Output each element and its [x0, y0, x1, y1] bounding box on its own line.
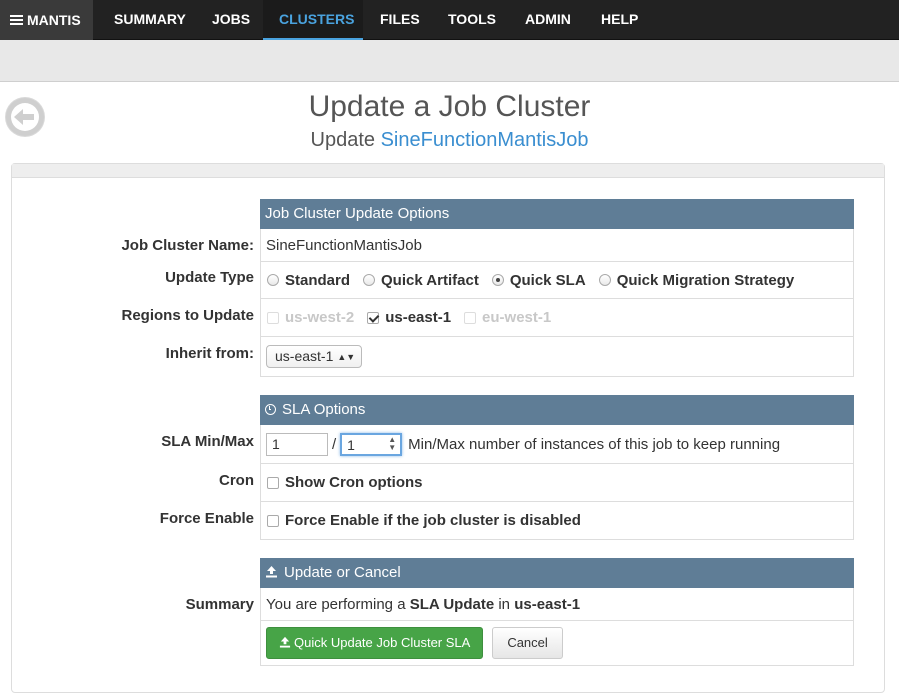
top-nav: MANTIS SUMMARY JOBS CLUSTERS FILES TOOLS… [0, 0, 899, 40]
brand-label: MANTIS [27, 12, 81, 28]
cluster-name-value: SineFunctionMantisJob [266, 236, 422, 254]
quick-update-button[interactable]: Quick Update Job Cluster SLA [266, 627, 484, 659]
update-type-quick-migration[interactable]: Quick Migration Strategy [617, 272, 795, 289]
region-us-east-1[interactable]: us-east-1 [385, 309, 451, 326]
regions-label: Regions to Update [121, 307, 254, 324]
nav-jobs[interactable]: JOBS [196, 0, 266, 40]
cluster-link[interactable]: SineFunctionMantisJob [381, 129, 589, 151]
actions-row: Quick Update Job Cluster SLA Cancel [260, 621, 854, 666]
cancel-button[interactable]: Cancel [492, 627, 563, 659]
summary-region: us-east-1 [514, 595, 581, 613]
update-options-header: Job Cluster Update Options [260, 199, 854, 229]
inherit-select-value: us-east-1 [275, 348, 334, 364]
clock-icon [265, 404, 276, 415]
summary-type: SLA Update [409, 595, 495, 613]
upload-icon [279, 636, 291, 648]
hamburger-icon [10, 14, 23, 26]
checkbox-force-enable[interactable] [267, 514, 279, 527]
update-cancel-title: Update or Cancel [284, 564, 401, 581]
page-title: Update a Job Cluster [308, 90, 591, 123]
cron-row: Show Cron options [260, 464, 854, 502]
update-type-label: Update Type [165, 269, 254, 286]
nav-tools[interactable]: TOOLS [432, 0, 512, 40]
region-us-west-2: us-west-2 [285, 309, 355, 326]
inherit-label: Inherit from: [165, 345, 254, 362]
summary-in: in [498, 595, 511, 613]
nav-clusters[interactable]: CLUSTERS [263, 0, 363, 40]
upload-icon [265, 559, 278, 589]
sla-options-header: SLA Options [260, 395, 854, 425]
sla-minmax-label: SLA Min/Max [161, 433, 254, 450]
radio-standard[interactable] [267, 274, 279, 286]
sla-min-input[interactable]: 1 [266, 432, 328, 456]
brand-menu[interactable]: MANTIS [0, 0, 93, 40]
cluster-name-row: SineFunctionMantisJob [260, 229, 854, 262]
summary-prefix: You are performing a [266, 595, 406, 613]
force-enable-option[interactable]: Force Enable if the job cluster is disab… [285, 512, 581, 529]
force-enable-row: Force Enable if the job cluster is disab… [260, 502, 854, 540]
select-arrows-icon: ▲▼ [337, 352, 356, 362]
checkbox-eu-west-1 [464, 311, 477, 324]
nav-files[interactable]: FILES [364, 0, 436, 40]
page-subtitle: Update SineFunctionMantisJob [0, 129, 899, 152]
subtitle-prefix: Update [310, 129, 376, 151]
checkbox-us-east-1[interactable] [367, 311, 380, 324]
update-type-quick-sla[interactable]: Quick SLA [510, 272, 586, 289]
sla-minmax-help: Min/Max number of instances of this job … [408, 435, 781, 453]
regions-row: us-west-2 us-east-1 eu-west-1 [260, 299, 854, 337]
nav-summary[interactable]: SUMMARY [98, 0, 202, 40]
minmax-separator: / [332, 435, 337, 453]
summary-row: You are performing a SLA Update in us-ea… [260, 588, 854, 621]
sla-max-input[interactable]: 1 ▲ ▼ [340, 432, 403, 456]
region-eu-west-1: eu-west-1 [482, 309, 552, 326]
cron-label: Cron [219, 472, 254, 489]
radio-quick-artifact[interactable] [363, 274, 376, 286]
checkbox-us-west-2 [267, 311, 279, 324]
inherit-select[interactable]: us-east-1 ▲▼ [266, 345, 363, 368]
sla-options-title: SLA Options [282, 401, 366, 418]
update-cancel-header: Update or Cancel [260, 558, 854, 588]
force-enable-label: Force Enable [159, 510, 254, 527]
cluster-name-label: Job Cluster Name: [121, 237, 254, 254]
summary-label: Summary [185, 596, 254, 613]
spinner-arrows-icon[interactable]: ▲ ▼ [388, 435, 396, 452]
checkbox-show-cron[interactable] [267, 476, 279, 489]
nav-help[interactable]: HELP [585, 0, 654, 40]
update-type-quick-artifact[interactable]: Quick Artifact [381, 272, 479, 289]
inherit-row: us-east-1 ▲▼ [260, 337, 854, 377]
show-cron-option[interactable]: Show Cron options [285, 474, 422, 491]
sla-minmax-row: 1 / 1 ▲ ▼ Min/Max number of instances of t… [260, 425, 854, 464]
sub-toolbar [0, 40, 899, 82]
panel-header-bar [12, 164, 884, 178]
update-type-row: Standard Quick Artifact Quick SLA Quick … [260, 262, 854, 299]
update-type-standard[interactable]: Standard [285, 272, 350, 289]
nav-admin[interactable]: ADMIN [509, 0, 587, 40]
sla-max-value: 1 [347, 436, 355, 453]
quick-update-label: Quick Update Job Cluster SLA [294, 635, 471, 650]
radio-quick-migration[interactable] [598, 274, 611, 286]
radio-quick-sla[interactable] [491, 274, 504, 286]
